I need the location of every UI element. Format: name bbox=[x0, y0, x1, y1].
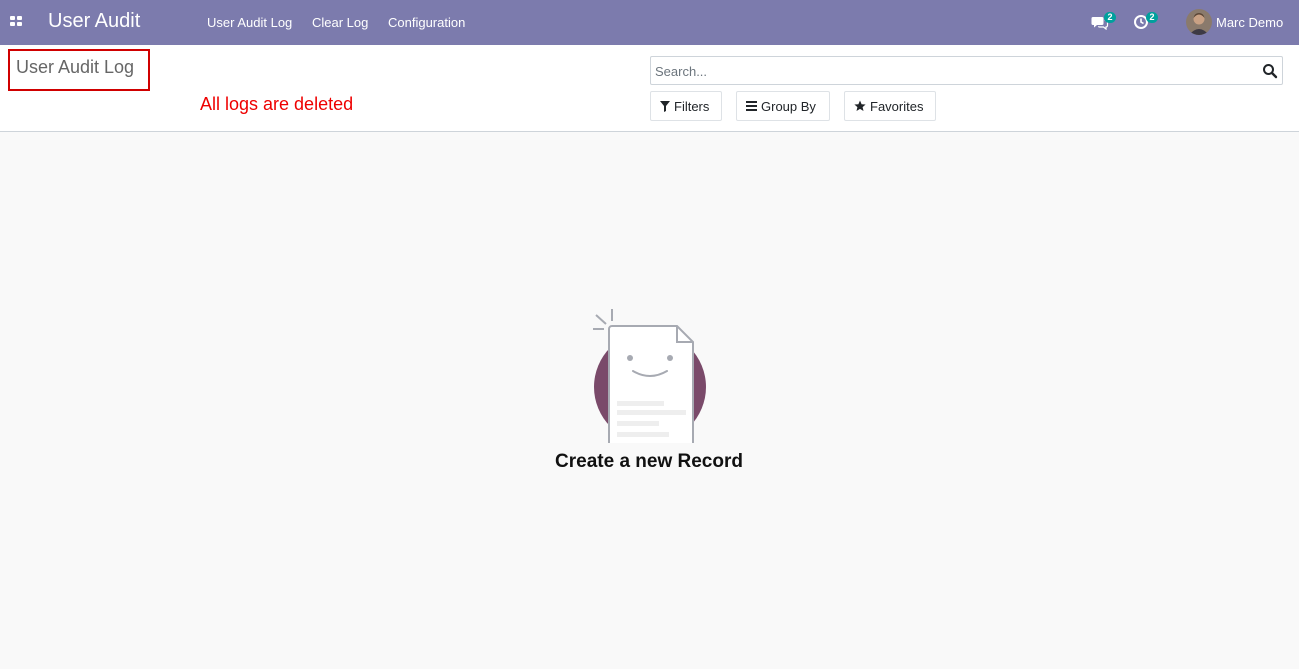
group-by-button-label: Group By bbox=[761, 98, 816, 114]
apps-menu-icon[interactable] bbox=[10, 16, 23, 28]
favorites-button[interactable]: Favorites bbox=[844, 91, 936, 121]
title-highlight-box: User Audit Log bbox=[8, 49, 150, 91]
empty-state-title: Create a new Record bbox=[555, 451, 743, 472]
app-title[interactable]: User Audit bbox=[48, 10, 140, 33]
search-input[interactable] bbox=[655, 62, 1255, 80]
menu-clear-log[interactable]: Clear Log bbox=[312, 15, 368, 30]
messages-count-badge: 2 bbox=[1104, 12, 1116, 23]
page-title: User Audit Log bbox=[16, 57, 135, 77]
menu-user-audit-log[interactable]: User Audit Log bbox=[207, 15, 292, 30]
user-avatar[interactable] bbox=[1186, 9, 1212, 35]
menu-configuration[interactable]: Configuration bbox=[388, 15, 465, 30]
search-box[interactable] bbox=[650, 56, 1283, 85]
filters-button[interactable]: Filters bbox=[650, 91, 722, 121]
group-by-button[interactable]: Group By bbox=[736, 91, 830, 121]
favorites-button-label: Favorites bbox=[870, 98, 924, 114]
bars-icon bbox=[746, 101, 757, 111]
control-panel: User Audit Log All logs are deleted Filt… bbox=[0, 45, 1299, 132]
search-icon[interactable] bbox=[1262, 63, 1278, 79]
filters-button-label: Filters bbox=[674, 98, 710, 114]
empty-state: Create a new Record bbox=[549, 305, 749, 485]
logs-deleted-message: All logs are deleted bbox=[200, 94, 354, 114]
empty-document-illustration-icon bbox=[593, 309, 706, 443]
filter-icon bbox=[660, 100, 670, 112]
user-name[interactable]: Marc Demo bbox=[1216, 15, 1283, 30]
top-navbar: User Audit User Audit Log Clear Log Conf… bbox=[0, 0, 1299, 45]
star-icon bbox=[854, 100, 866, 111]
activities-count-badge: 2 bbox=[1146, 12, 1158, 23]
